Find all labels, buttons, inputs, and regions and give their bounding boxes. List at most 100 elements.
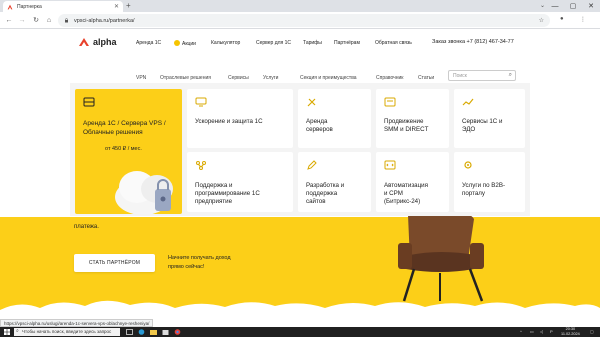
featured-title-line2: Облачные решения (83, 129, 143, 136)
site-search-input[interactable]: Поиск ⌕ (448, 70, 516, 81)
back-icon[interactable]: ← (4, 15, 14, 26)
card-support-1c[interactable]: Поддержка и программирование 1С предприяти… (187, 152, 293, 212)
card-b2b-line1: Услуги по B2B- (462, 182, 506, 189)
card-automation-line3: (Битрикс-24) (384, 198, 421, 205)
network-tray-icon[interactable]: ▭ (530, 329, 534, 334)
chart-icon (462, 98, 474, 106)
card-services-1c[interactable]: Сервисы 1С и ЭДО (454, 89, 525, 148)
taskbar-search-placeholder: Чтобы начать поиск, введите здесь запрос (22, 329, 112, 334)
volume-icon[interactable]: ◁ (540, 329, 543, 334)
featured-card-rent-1c[interactable]: Аренда 1С / Сервера VPS / Облачные решен… (75, 89, 182, 214)
store-icon[interactable] (162, 329, 169, 335)
card-automation[interactable]: Автоматизация и CPM (Битрикс-24) (376, 152, 449, 212)
cloud-lock-illustration (115, 171, 173, 214)
site-logo[interactable]: alpha (78, 37, 117, 47)
nav-item-feedback[interactable]: Обратная связь (375, 40, 412, 46)
megaphone-icon (384, 97, 396, 107)
featured-title-line1: Аренда 1С / Сервера VPS / (83, 120, 166, 127)
featured-card-price: от 450 ₽ / мес. (105, 146, 142, 152)
cta-note-line2: прямо сейчас! (168, 264, 205, 270)
clock-date: 11.02.2024 (561, 332, 580, 336)
tray-chevron-icon[interactable]: ^ (520, 329, 522, 334)
card-websites[interactable]: Разработка и поддержка сайтов (298, 152, 371, 212)
site-search-placeholder: Поиск (453, 73, 467, 79)
card-services-line1: Сервисы 1С и (462, 118, 503, 125)
subnav-industry[interactable]: Отраслевые решения (160, 75, 211, 81)
browser-tab[interactable]: Партнерка ✕ (3, 1, 123, 12)
card-automation-title: Автоматизация и CPM (Битрикс-24) (384, 182, 428, 206)
card-support-1c-title: Поддержка и программирование 1С предприяти… (195, 182, 260, 206)
taskbar-clock[interactable]: 20:30 11.02.2024 (561, 327, 580, 337)
close-tab-icon[interactable]: ✕ (114, 3, 119, 10)
address-url: vpsci-alpha.ru/partnerka/ (74, 17, 135, 24)
task-view-icon[interactable] (126, 329, 133, 335)
nav-item-server[interactable]: Сервер для 1С (256, 40, 291, 46)
forward-icon[interactable]: → (17, 15, 27, 26)
notifications-icon[interactable]: ▢ (590, 329, 594, 334)
home-icon[interactable]: ⌂ (44, 15, 54, 26)
bookmark-star-icon[interactable]: ☆ (539, 17, 544, 24)
card-services-line2: ЭДО (462, 126, 476, 133)
card-services-1c-title: Сервисы 1С и ЭДО (462, 118, 502, 134)
card-automation-line2: и CPM (384, 190, 403, 197)
tools-icon (307, 98, 316, 107)
language-icon[interactable]: Р (550, 329, 553, 334)
nav-item-promo[interactable]: Акции (174, 40, 196, 47)
windows-taskbar: ⌕ Чтобы начать поиск, введите здесь запр… (0, 327, 600, 337)
code-icon (384, 160, 396, 170)
close-window-icon[interactable]: ✕ (582, 0, 600, 12)
card-smm[interactable]: Продвижение SMM и DIRECT (376, 89, 449, 148)
taskbar-search-input[interactable]: ⌕ Чтобы начать поиск, введите здесь запр… (14, 328, 120, 336)
profile-icon[interactable]: ● (560, 16, 564, 22)
menu-icon[interactable]: ⋮ (580, 16, 586, 23)
callback-phone[interactable]: Заказ звонка +7 (812) 467-34-77 (432, 39, 514, 45)
nav-item-partners[interactable]: Партнёрам (334, 40, 360, 46)
nav-item-rent[interactable]: Аренда 1С (136, 40, 161, 46)
taskbar-search-icon: ⌕ (16, 328, 19, 334)
card-support-line1: Поддержка и (195, 182, 233, 189)
search-icon[interactable]: ⌕ (509, 72, 512, 79)
file-explorer-icon[interactable] (150, 329, 157, 335)
site-favicon-icon (7, 4, 13, 9)
reload-icon[interactable]: ↻ (31, 15, 41, 26)
windows-start-icon[interactable] (4, 329, 10, 335)
card-acceleration[interactable]: Ускорение и защита 1С (187, 89, 293, 148)
featured-card-title: Аренда 1С / Сервера VPS / Облачные решен… (83, 119, 166, 137)
card-servers-line1: Аренда (306, 118, 328, 125)
nav-item-tariffs[interactable]: Тарифы (303, 40, 322, 46)
subnav-services[interactable]: Сервисы (228, 75, 249, 81)
browser-tab-bar: Партнерка ✕ + ⌄ — ▢ ✕ (0, 0, 600, 12)
become-partner-button[interactable]: СТАТЬ ПАРТНЁРОМ (74, 254, 155, 272)
minimize-icon[interactable]: — (546, 0, 564, 12)
card-smm-line2: SMM и DIRECT (384, 126, 429, 133)
address-bar[interactable]: vpsci-alpha.ru/partnerka/ ☆ (58, 14, 550, 27)
cta-note: Начните получать доход прямо сейчас! (168, 254, 231, 272)
pencil-icon (307, 160, 317, 170)
coin-icon (174, 40, 180, 46)
subnav-reference[interactable]: Справочник (376, 75, 404, 81)
subnav-articles[interactable]: Статьи (418, 75, 434, 81)
cta-note-line1: Начните получать доход (168, 255, 231, 261)
cloud-server-icon (83, 97, 95, 107)
card-b2b-title: Услуги по B2B-порталу (462, 182, 505, 198)
chrome-icon[interactable] (174, 329, 181, 335)
card-smm-line1: Продвижение (384, 118, 424, 125)
card-acceleration-title: Ускорение и защита 1С (195, 118, 263, 125)
new-tab-icon[interactable]: + (126, 1, 131, 11)
logo-text: alpha (93, 37, 117, 47)
card-b2b[interactable]: Услуги по B2B-порталу (454, 152, 525, 212)
subnav-uslugi[interactable]: Услуги (263, 75, 278, 81)
tab-search-icon[interactable]: ⌄ (540, 2, 545, 9)
card-servers[interactable]: Аренда серверов (298, 89, 371, 148)
subnav-vpn[interactable]: VPN (136, 75, 146, 81)
edge-icon[interactable] (138, 329, 145, 335)
card-websites-line1: Разработка и (306, 182, 345, 189)
nav-item-calculator[interactable]: Калькулятор (211, 40, 240, 46)
tab-title: Партнерка (17, 3, 42, 10)
maximize-icon[interactable]: ▢ (564, 0, 582, 12)
lock-icon (65, 18, 68, 23)
hero-text: платежа. (74, 224, 99, 230)
card-websites-title: Разработка и поддержка сайтов (306, 182, 344, 206)
subnav-sections[interactable]: Секция и преимущества (300, 75, 357, 81)
nav-item-promo-label: Акции (182, 41, 196, 47)
